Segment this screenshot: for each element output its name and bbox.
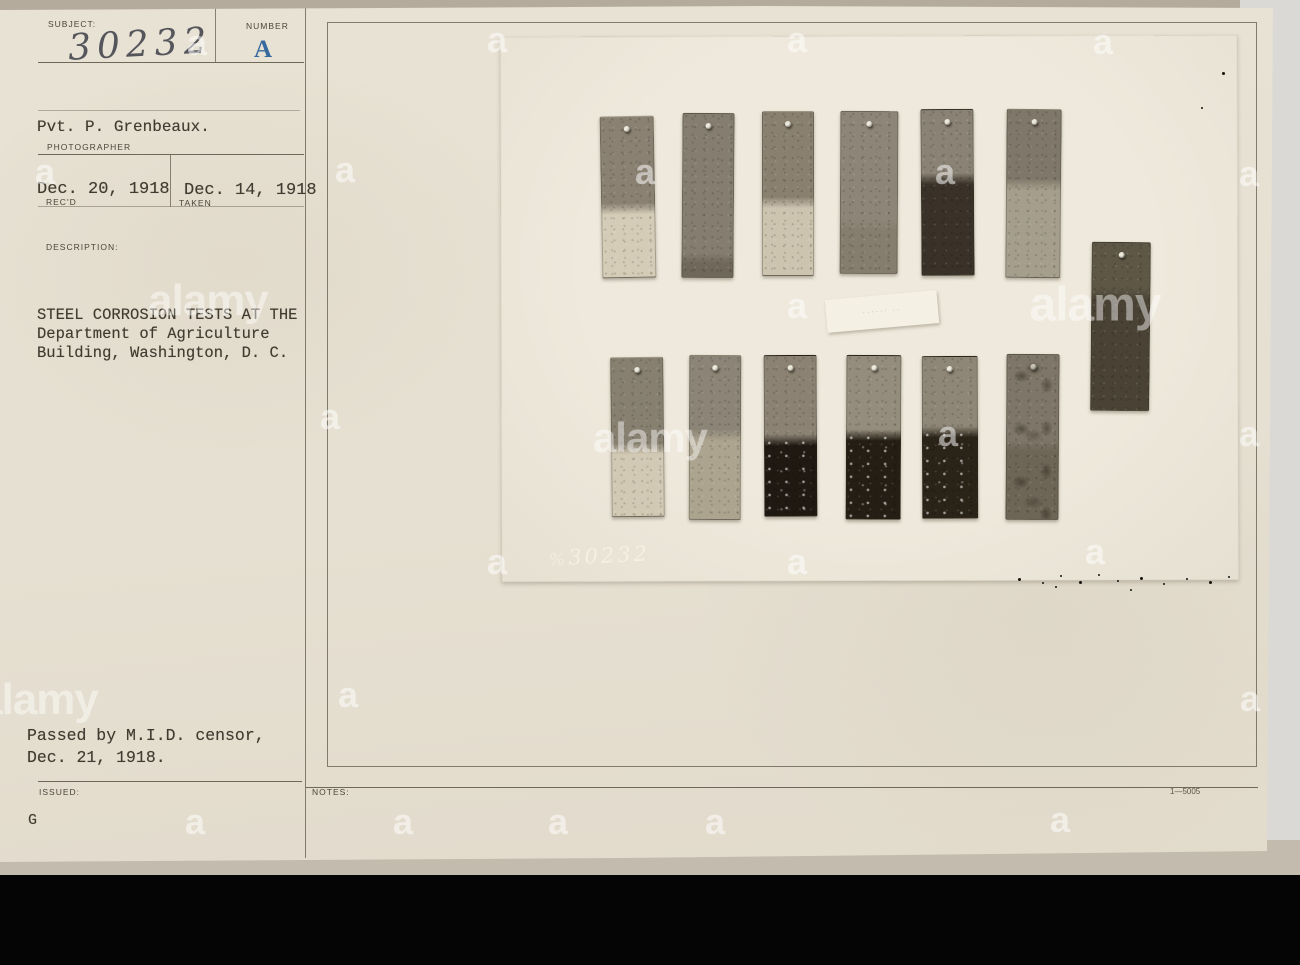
ink-speck (1163, 583, 1165, 585)
ink-speck-layer (0, 6, 1273, 862)
ink-speck (1186, 578, 1188, 580)
ink-speck (1018, 578, 1021, 581)
ink-speck (1201, 107, 1203, 109)
alamy-footer-bar: alamy Image ID: 2RCB11C www.alamy.com (0, 875, 1300, 965)
ink-speck (1228, 576, 1230, 578)
ink-speck (1209, 581, 1212, 584)
screenshot-root: SUBJECT: 30232 NUMBER A Pvt. P. Grenbeau… (0, 0, 1300, 965)
ink-speck (1055, 586, 1057, 588)
ink-speck (1079, 581, 1082, 584)
ink-speck (1098, 574, 1100, 576)
ink-speck (1222, 72, 1225, 75)
ink-speck (1042, 582, 1044, 584)
ink-speck (1117, 580, 1119, 582)
ink-speck (1130, 589, 1132, 591)
ink-speck (1140, 577, 1143, 580)
photo-record-card: SUBJECT: 30232 NUMBER A Pvt. P. Grenbeau… (0, 6, 1273, 862)
ink-speck (1060, 575, 1062, 577)
